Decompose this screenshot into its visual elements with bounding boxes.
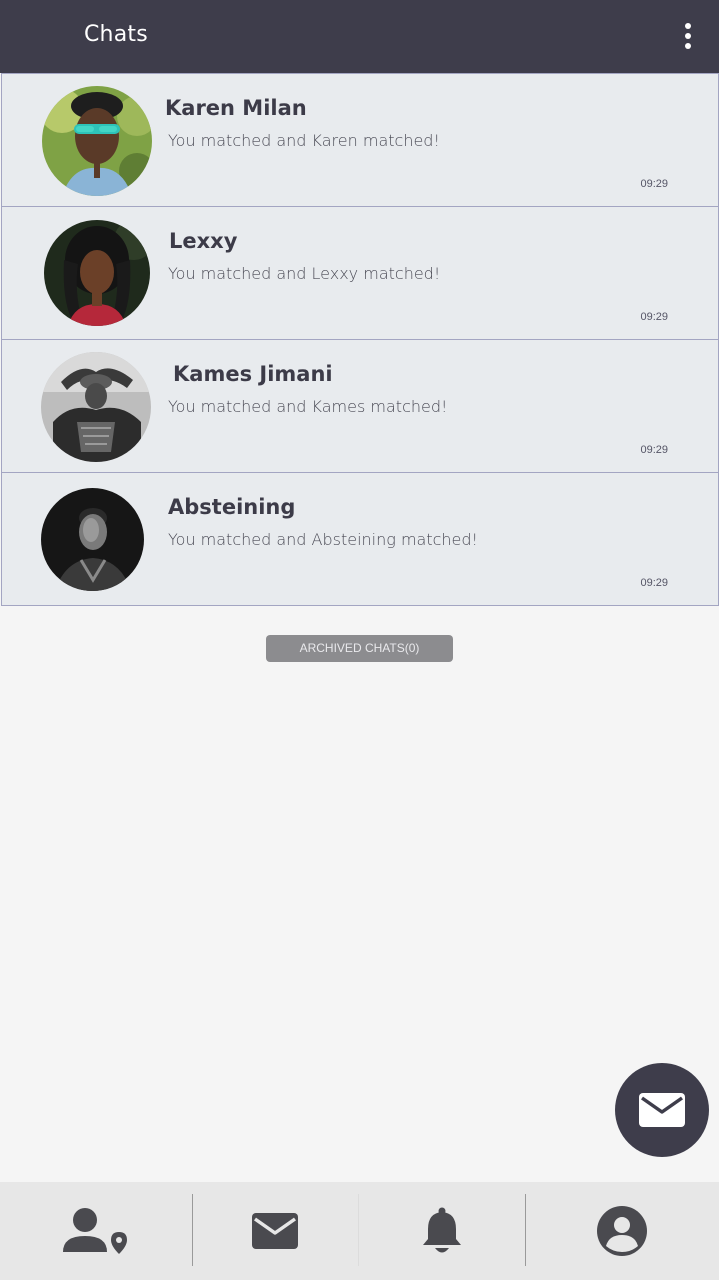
nav-profile[interactable] xyxy=(525,1182,719,1280)
chat-row-lexxy[interactable]: Lexxy You matched and Lexxy matched! 09:… xyxy=(1,207,719,340)
chat-name: Kames Jimani xyxy=(173,362,333,386)
menu-dot xyxy=(685,33,691,39)
archived-chats-button[interactable]: ARCHIVED CHATS(0) xyxy=(266,635,453,662)
avatar-photo-kames xyxy=(41,352,151,462)
new-message-fab[interactable] xyxy=(615,1063,709,1157)
avatar-photo-karen xyxy=(42,86,152,196)
bottom-nav xyxy=(0,1182,719,1280)
chat-time: 09:29 xyxy=(640,577,668,589)
avatar[interactable] xyxy=(41,352,151,462)
avatar[interactable] xyxy=(44,220,150,326)
mail-icon xyxy=(639,1093,685,1127)
chat-message: You matched and Lexxy matched! xyxy=(168,264,441,283)
page-title: Chats xyxy=(84,22,148,47)
avatar-photo-absteining xyxy=(41,488,144,591)
chat-message: You matched and Kames matched! xyxy=(168,397,448,416)
bell-icon xyxy=(422,1207,461,1253)
account-icon xyxy=(597,1206,647,1256)
avatar[interactable] xyxy=(41,488,144,591)
nav-nearby[interactable] xyxy=(0,1182,192,1280)
avatar[interactable] xyxy=(42,86,152,196)
avatar-photo-lexxy xyxy=(44,220,150,326)
chat-time: 09:29 xyxy=(640,178,668,190)
chat-row-karen-milan[interactable]: Karen Milan You matched and Karen matche… xyxy=(1,73,719,207)
chat-message: You matched and Karen matched! xyxy=(168,131,440,150)
menu-dot xyxy=(685,43,691,49)
nearby-people-icon xyxy=(63,1208,127,1254)
menu-dot xyxy=(685,23,691,29)
more-vert-icon[interactable] xyxy=(675,18,701,54)
mail-icon xyxy=(252,1213,298,1249)
chat-time: 09:29 xyxy=(640,311,668,323)
chat-row-kames-jimani[interactable]: Kames Jimani You matched and Kames match… xyxy=(1,340,719,473)
chat-time: 09:29 xyxy=(640,444,668,456)
nav-messages[interactable] xyxy=(192,1182,358,1280)
app-bar: Chats xyxy=(0,0,719,73)
chat-name: Lexxy xyxy=(169,229,238,253)
chat-name: Karen Milan xyxy=(165,96,307,120)
chat-list: Karen Milan You matched and Karen matche… xyxy=(1,73,719,606)
chat-message: You matched and Absteining matched! xyxy=(168,530,478,549)
nav-notifications[interactable] xyxy=(358,1182,525,1280)
chat-name: Absteining xyxy=(168,495,296,519)
chat-row-absteining[interactable]: Absteining You matched and Absteining ma… xyxy=(1,473,719,606)
